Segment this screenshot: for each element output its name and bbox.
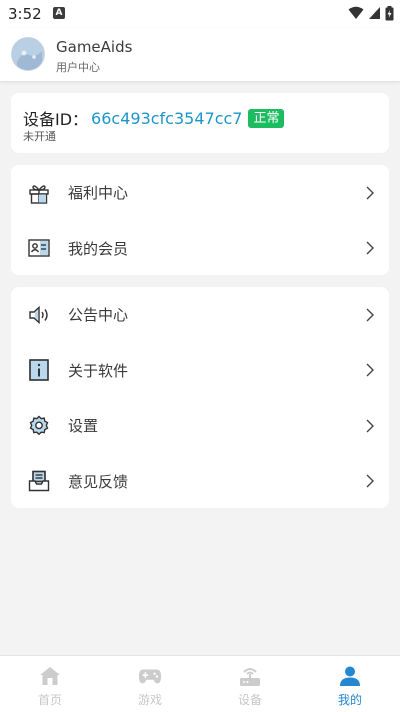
- chevron-right-icon: [365, 185, 375, 201]
- menu-item-welfare-center[interactable]: 福利中心: [11, 165, 389, 221]
- menu-item-label: 公告中心: [68, 306, 129, 325]
- avatar[interactable]: [11, 37, 45, 71]
- wifi-icon: [348, 6, 364, 19]
- chevron-right-icon: [365, 473, 375, 489]
- membership-status: 未开通: [23, 130, 56, 143]
- menu-group-primary: 福利中心 我的会员: [11, 165, 389, 275]
- system-icons: [348, 5, 394, 21]
- tab-home[interactable]: 首页: [0, 656, 100, 712]
- menu-item-my-membership[interactable]: 我的会员: [11, 221, 389, 277]
- tab-label: 我的: [337, 693, 362, 707]
- menu-item-announcements[interactable]: 公告中心: [11, 287, 389, 343]
- app-name: GameAids: [56, 38, 133, 56]
- menu-item-label: 福利中心: [68, 184, 129, 203]
- app-header: GameAids 用户中心: [0, 28, 400, 82]
- battery-icon: [385, 5, 394, 20]
- menu-item-label: 我的会员: [68, 239, 129, 258]
- gift-icon: [27, 181, 51, 205]
- chevron-right-icon: [365, 307, 375, 323]
- tab-devices[interactable]: 设备: [200, 656, 300, 712]
- signal-icon: [369, 7, 380, 19]
- device-id-label: 设备ID：: [23, 110, 89, 129]
- member-card-icon: [27, 236, 51, 260]
- user-icon: [338, 665, 362, 687]
- gear-icon: [27, 414, 51, 438]
- info-icon: [27, 358, 51, 382]
- status-badge: 正常: [248, 108, 285, 128]
- device-info-card: 设备ID： 66c493cfc3547cc7 正常 未开通: [11, 93, 389, 153]
- menu-item-label: 设置: [68, 417, 99, 436]
- avatar-image-icon: [12, 38, 44, 70]
- menu-item-label: 关于软件: [68, 361, 129, 380]
- chevron-right-icon: [365, 362, 375, 378]
- feedback-inbox-icon: [27, 469, 51, 493]
- gamepad-icon: [138, 665, 162, 687]
- menu-group-secondary: 公告中心 关于软件 设置 意见反馈: [11, 287, 389, 508]
- menu-item-label: 意见反馈: [68, 472, 129, 491]
- tab-games[interactable]: 游戏: [100, 656, 200, 712]
- device-router-icon: [238, 665, 262, 687]
- notification-icon: A: [53, 7, 65, 19]
- tab-label: 首页: [37, 693, 62, 707]
- menu-item-about[interactable]: 关于软件: [11, 343, 389, 399]
- menu-item-settings[interactable]: 设置: [11, 398, 389, 454]
- status-bar: 3:52 A: [0, 0, 400, 28]
- chevron-right-icon: [365, 418, 375, 434]
- bottom-tab-bar: 首页 游戏 设备 我的: [0, 655, 400, 712]
- status-time: 3:52: [8, 5, 42, 23]
- chevron-right-icon: [365, 240, 375, 256]
- home-icon: [38, 665, 62, 687]
- page-subtitle: 用户中心: [56, 61, 100, 74]
- device-id-value[interactable]: 66c493cfc3547cc7: [91, 109, 242, 128]
- tab-mine[interactable]: 我的: [300, 656, 400, 712]
- speaker-icon: [27, 303, 51, 327]
- menu-item-feedback[interactable]: 意见反馈: [11, 454, 389, 510]
- tab-label: 游戏: [137, 693, 162, 707]
- tab-label: 设备: [237, 693, 262, 707]
